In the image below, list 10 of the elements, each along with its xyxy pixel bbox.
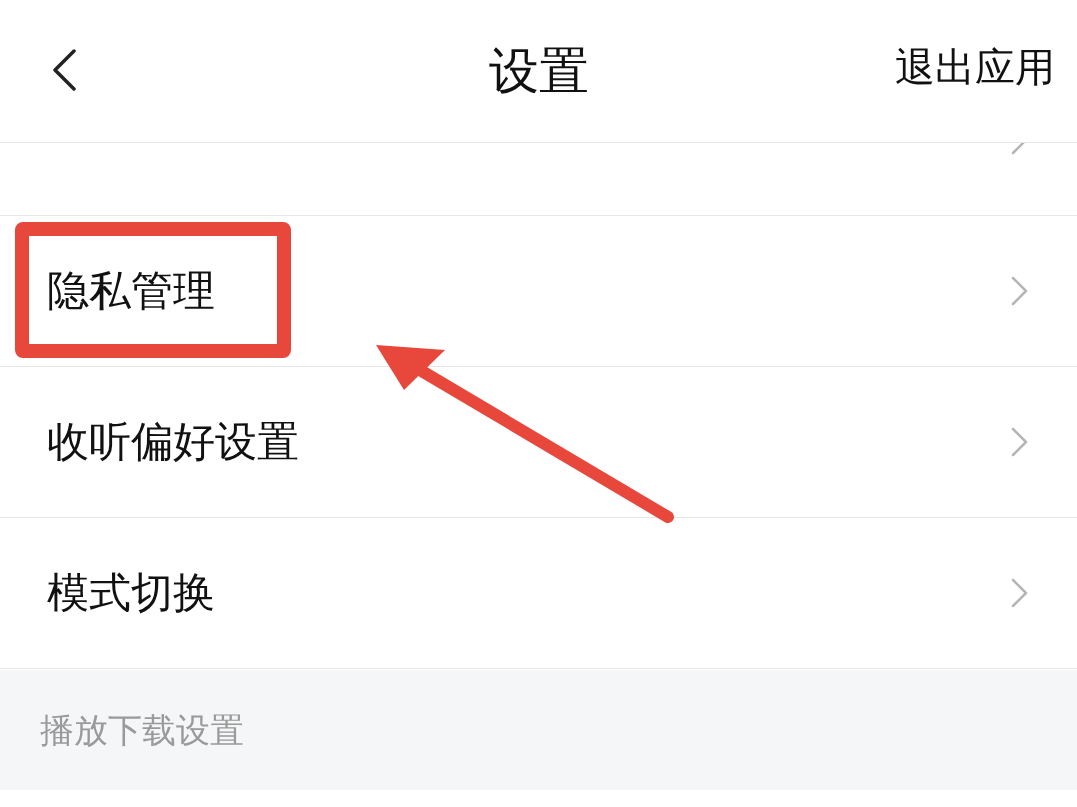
chevron-right-icon (1011, 276, 1029, 306)
exit-app-button[interactable]: 退出应用 (895, 47, 1055, 87)
back-icon[interactable] (52, 49, 76, 91)
row-label: 模式切换 (47, 572, 215, 614)
page-title: 设置 (488, 46, 589, 96)
section-header: 播放下载设置 (40, 713, 244, 747)
row-label: 收听偏好设置 (47, 421, 299, 463)
chevron-right-icon (1011, 578, 1029, 608)
row-label: 隐私管理 (47, 270, 215, 312)
chevron-right-icon (1011, 427, 1029, 457)
